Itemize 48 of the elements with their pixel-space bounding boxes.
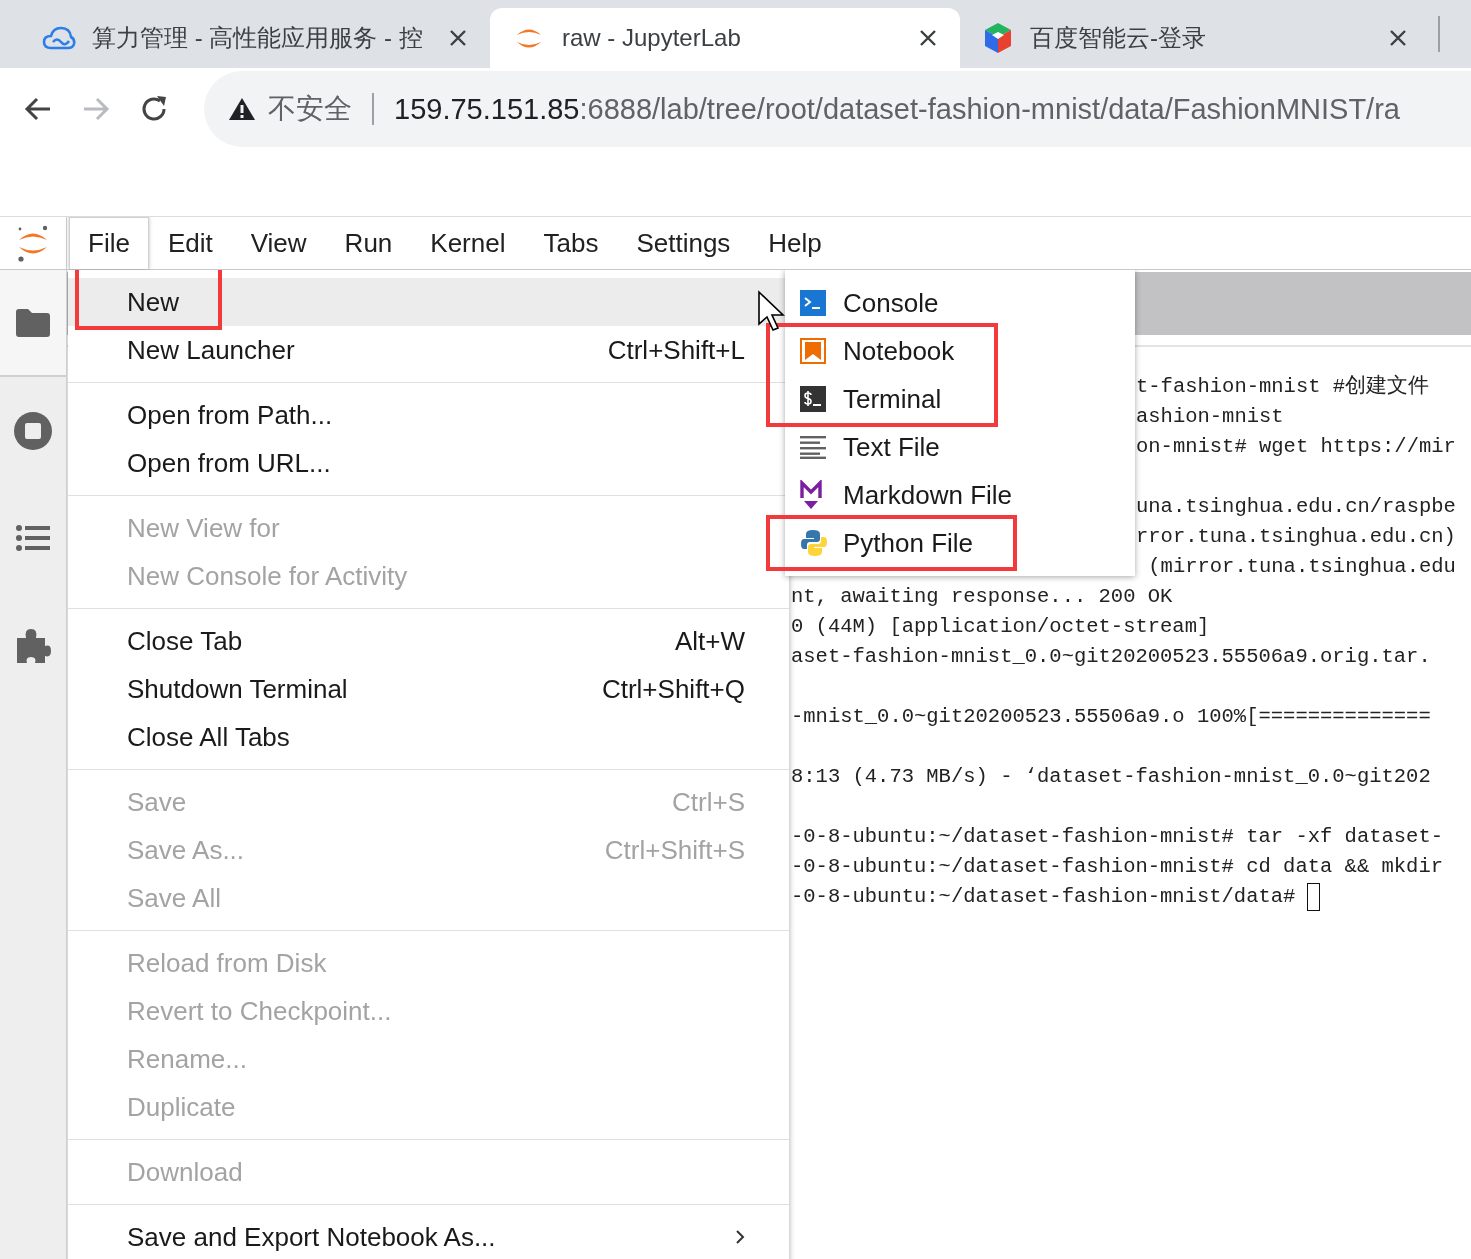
close-icon[interactable] — [448, 28, 468, 48]
menu-item[interactable]: Shutdown Terminal Ctrl+Shift+Q — [68, 665, 789, 713]
terminal-line: ashion-mnist — [1136, 405, 1284, 428]
close-icon[interactable] — [1388, 28, 1408, 48]
menu-bar-item[interactable]: File — [69, 217, 149, 269]
console-icon — [800, 290, 826, 316]
cloud-icon — [42, 25, 76, 51]
terminal-line: t-fashion-mnist #创建文件 — [1136, 375, 1430, 398]
browser-tab[interactable]: 百度智能云-登录 — [960, 8, 1430, 68]
text-lines-icon — [800, 435, 826, 459]
terminal-line: 0 (44M) [application/octet-stream] — [791, 615, 1210, 638]
menu-bar-item[interactable]: Edit — [148, 217, 232, 269]
notebook-icon — [800, 338, 826, 364]
terminal-line: -mnist_0.0~git20200523.55506a9.o 100%[============== — [791, 705, 1431, 728]
warning-icon — [228, 96, 256, 122]
menu-bar-item[interactable]: Help — [749, 217, 841, 269]
terminal-line: -0-8-ubuntu:~/dataset-fashion-mnist# tar -xf dataset- — [791, 825, 1443, 848]
terminal-line: (mirror.tuna.tsinghua.edu — [1147, 555, 1456, 578]
menu-item[interactable]: Close All Tabs — [68, 713, 789, 761]
terminal-line: -0-8-ubuntu:~/dataset-fashion-mnist/data# — [791, 885, 1296, 908]
stop-circle-icon[interactable] — [13, 410, 53, 451]
security-label: 不安全 — [268, 92, 352, 126]
terminal-line: on-mnist# wget https://mir — [1136, 435, 1456, 458]
terminal-line: rror.tuna.tsinghua.edu.cn) — [1136, 525, 1456, 548]
url-text: 159.75.151.85:6888/lab/tree/root/dataset-fashion-mnist/data/FashionMNIST/ra — [394, 92, 1400, 126]
menu-item[interactable]: Save and Export Notebook As... — [68, 1213, 789, 1259]
address-bar[interactable]: 不安全 159.75.151.85:6888/lab/tree/root/dataset-fashion-mnist/data/FashionMNIST/ra — [204, 71, 1471, 147]
terminal-line: 8:13 (4.73 MB/s) - ‘dataset-fashion-mnist_0.0~git202 — [791, 765, 1431, 788]
list-icon[interactable] — [16, 523, 50, 552]
browser-tab[interactable]: 算力管理 - 高性能应用服务 - 控 — [20, 8, 490, 68]
terminal-line: -0-8-ubuntu:~/dataset-fashion-mnist# cd data && mkdir — [791, 855, 1443, 878]
menu-bar-item[interactable]: View — [231, 217, 326, 269]
close-icon[interactable] — [918, 28, 938, 48]
chevron-right-icon — [735, 1229, 745, 1245]
hexagon-logo-icon — [982, 21, 1014, 55]
terminal-icon — [800, 386, 826, 412]
menu-bar-item[interactable]: Tabs — [524, 217, 618, 269]
markdown-icon — [800, 480, 822, 510]
python-logo-icon — [800, 529, 828, 557]
menu-bar-item[interactable]: Settings — [617, 217, 750, 269]
folder-icon[interactable] — [15, 307, 51, 338]
terminal-line: una.tsinghua.edu.cn/raspbe — [1136, 495, 1456, 518]
menu-bar-item[interactable]: Run — [325, 217, 412, 269]
menu-bar-item[interactable]: Kernel — [411, 217, 525, 269]
browser-tab[interactable]: raw - JupyterLab — [490, 8, 960, 68]
terminal-line: aset-fashion-mnist_0.0~git20200523.55506a9.orig.tar. — [791, 645, 1431, 668]
menu-item[interactable]: Close Tab Alt+W — [68, 617, 789, 665]
terminal-line: nt, awaiting response... 200 OK — [791, 585, 1173, 608]
